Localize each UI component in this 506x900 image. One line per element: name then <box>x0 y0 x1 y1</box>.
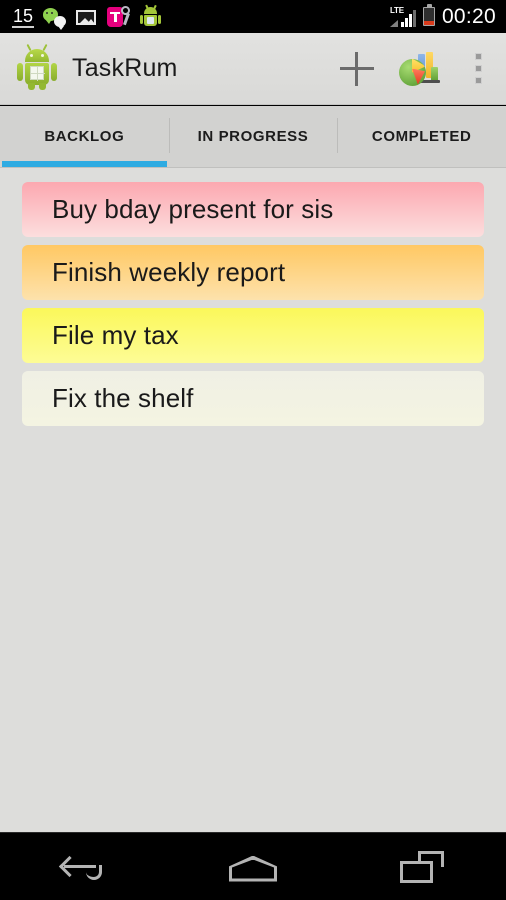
plus-icon <box>340 51 374 86</box>
phone-screen: 15 LTE 00:20 TaskRum BACKLOG IN PROGRESS… <box>0 0 506 900</box>
battery-icon <box>422 4 435 26</box>
tab-in-progress[interactable]: IN PROGRESS <box>168 106 338 167</box>
tab-backlog-label: BACKLOG <box>44 128 125 145</box>
chart-icon <box>398 50 440 88</box>
kebab-menu-icon <box>474 53 482 84</box>
task-title: File my tax <box>52 320 179 350</box>
page-title: TaskRum <box>72 54 178 82</box>
task-list-item[interactable]: Buy bday present for sis <box>22 182 484 237</box>
status-bar: 15 LTE 00:20 <box>0 0 506 33</box>
task-list-item[interactable]: Finish weekly report <box>22 245 484 300</box>
status-bar-clock: 00:20 <box>441 4 496 28</box>
recent-apps-icon <box>399 850 444 883</box>
status-bar-system: LTE 00:20 <box>389 4 496 28</box>
task-list-item[interactable]: Fix the shelf <box>22 371 484 426</box>
task-title: Buy bday present for sis <box>52 194 334 224</box>
tab-bar: BACKLOG IN PROGRESS COMPLETED <box>0 106 506 168</box>
action-bar: TaskRum <box>0 33 506 105</box>
wechat-icon <box>43 6 67 30</box>
task-title: Fix the shelf <box>52 383 194 413</box>
android-app-icon <box>139 4 162 28</box>
nav-back-button[interactable] <box>0 833 169 900</box>
overflow-menu-button[interactable] <box>450 33 506 105</box>
tab-completed[interactable]: COMPLETED <box>337 106 506 167</box>
add-task-button[interactable] <box>326 33 388 105</box>
lte-signal-icon: LTE <box>389 6 416 28</box>
status-bar-notifications: 15 <box>12 4 390 30</box>
gallery-icon <box>75 6 98 28</box>
tmobile-icon <box>107 4 132 28</box>
notification-count: 15 <box>12 5 35 28</box>
tab-completed-label: COMPLETED <box>371 128 472 145</box>
tab-backlog[interactable]: BACKLOG <box>0 106 169 167</box>
nav-home-button[interactable] <box>169 833 338 900</box>
nav-recents-button[interactable] <box>337 833 506 900</box>
tab-in-progress-label: IN PROGRESS <box>197 128 309 145</box>
taskrum-app-icon <box>16 43 58 91</box>
task-title: Finish weekly report <box>52 257 286 287</box>
home-icon <box>229 852 277 882</box>
task-list: Buy bday present for sis Finish weekly r… <box>0 168 506 832</box>
back-arrow-icon <box>59 852 108 882</box>
system-navigation-bar <box>0 832 506 900</box>
statistics-chart-button[interactable] <box>388 33 450 105</box>
task-list-item[interactable]: File my tax <box>22 308 484 363</box>
